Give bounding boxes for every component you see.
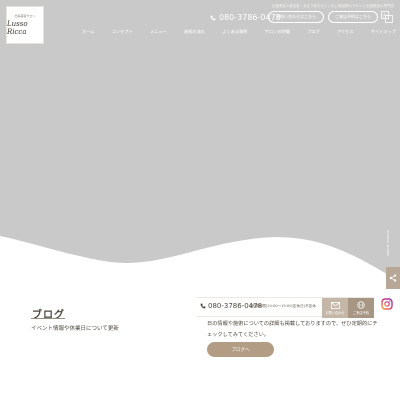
share-icon	[389, 274, 397, 282]
hero-section	[0, 0, 400, 290]
nav-item-sitemap[interactable]: サイトマップ	[371, 29, 396, 35]
nav-item-access[interactable]: アクセス	[337, 29, 354, 35]
nav-item-concept[interactable]: コンセプト	[112, 29, 133, 35]
main-nav: ホーム コンセプト メニュー 施術の流れ よくある質問 サロンの特徴 ブログ ア…	[82, 29, 396, 35]
scroll-indicator: SCROLL DOWN	[386, 230, 390, 256]
header-notice: 出張美容×美容室｜あまり知られていない美容師のサロンと出張美容の専門店	[272, 4, 394, 8]
nav-item-features[interactable]: サロンの特徴	[265, 29, 290, 35]
mail-icon	[330, 301, 340, 309]
hero-background	[0, 0, 400, 282]
nav-item-blog[interactable]: ブログ	[307, 29, 320, 35]
blog-link-button[interactable]: ブログへ	[207, 342, 274, 357]
contact-bar: 080-3786-0478 [営業時間]10:00～19:00(定休日)不定休 …	[196, 297, 374, 318]
reserve-contact-label: ご来店予約	[353, 311, 369, 315]
logo-subtitle: 出張美容サロン	[14, 14, 36, 18]
nav-item-menu[interactable]: メニュー	[150, 29, 167, 35]
blog-body-text: 日の情報や施術についての詳細も掲載しておりますので、ぜひ定期的にチェックしてみて…	[207, 321, 378, 338]
reserve-contact-button[interactable]: ご来店予約	[348, 298, 374, 318]
business-hours: [営業時間]10:00～19:00(定休日)不定休	[250, 304, 316, 308]
mail-contact-label: お問い合わせ	[325, 310, 345, 315]
nav-item-home[interactable]: ホーム	[82, 29, 94, 35]
logo[interactable]: 出張美容サロン Lusso Ricca	[6, 6, 44, 44]
logo-text: Lusso Ricca	[7, 20, 28, 36]
phone-icon	[210, 15, 216, 20]
reserve-button[interactable]: ご来店予約はこちら	[328, 11, 378, 23]
translate-icon[interactable]: A	[381, 11, 393, 23]
mail-contact-button[interactable]: お問い合わせ	[322, 298, 348, 318]
nav-item-faq[interactable]: よくある質問	[222, 29, 247, 35]
share-button[interactable]	[386, 267, 400, 289]
globe-icon	[357, 301, 365, 309]
blog-title-underline	[31, 318, 65, 319]
nav-item-flow[interactable]: 施術の流れ	[184, 29, 205, 35]
phone-icon	[200, 303, 206, 309]
instagram-icon[interactable]	[381, 298, 393, 310]
blog-description: イベント情報や休業日について更新	[31, 326, 119, 332]
contact-button[interactable]: お問い合わせはこちら	[268, 11, 324, 23]
